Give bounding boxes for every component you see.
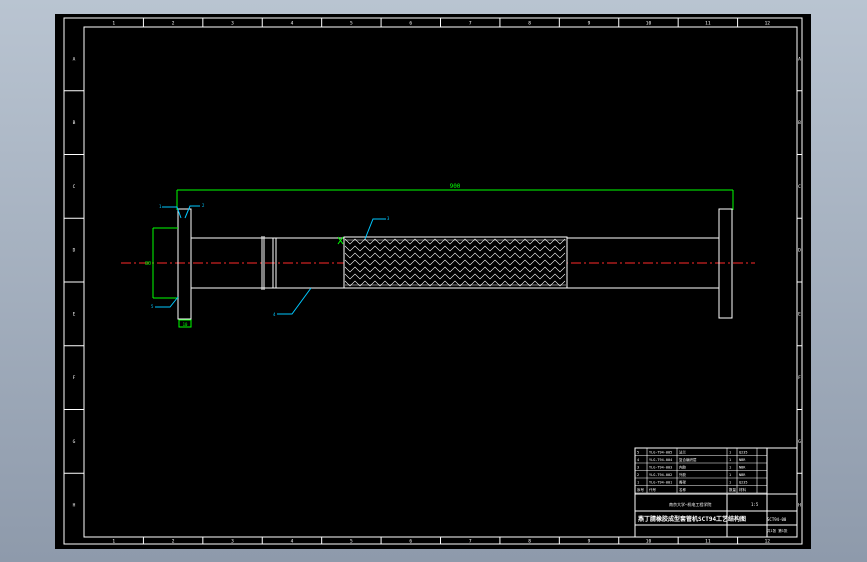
title-block-scale: 1:5 — [751, 502, 759, 507]
zone-label-bottom: 5 — [350, 539, 353, 545]
flange-bottom-dim-text: 10 — [183, 322, 188, 327]
bom-cell: 代号 — [649, 487, 657, 492]
zone-label-right: G — [798, 439, 801, 445]
zone-label-bottom: 9 — [588, 539, 591, 545]
zone-label-left: B — [73, 120, 76, 126]
zone-label-bottom: 6 — [409, 539, 412, 545]
zone-label-left: A — [73, 56, 76, 62]
zone-label-bottom: 11 — [705, 539, 711, 545]
zone-label-bottom: 7 — [469, 539, 472, 545]
balloon-3: 3 — [387, 216, 390, 221]
zone-label-right: F — [798, 375, 801, 381]
zone-label-bottom: 8 — [528, 539, 531, 545]
overall-dim-text: 900 — [450, 183, 461, 190]
balloon-2: 2 — [202, 203, 205, 208]
zone-label-bottom: 2 — [172, 539, 175, 545]
bom-cell: 1 — [729, 481, 731, 485]
title-block-sheet: 共1张 第1张 — [767, 528, 788, 533]
bom-cell: 2 — [637, 473, 639, 477]
zone-label-top: 4 — [291, 21, 294, 27]
bom-cell: 复合编织层 — [679, 457, 697, 462]
title-block: 5 YLG-T94-005 法兰 1 Q235 4 YLG-T94-004 复合编织层 1 NBR… — [634, 447, 798, 538]
bom-cell: 外胶 — [679, 472, 687, 477]
bom-cell: NBR — [739, 466, 746, 470]
bom-cell: 1 — [637, 481, 639, 485]
bom-cell: YLG-T94-005 — [649, 451, 672, 455]
bom-cell: 序号 — [637, 487, 645, 492]
cad-viewport[interactable]: 1 1 2 2 3 3 4 4 5 5 6 6 7 7 8 8 9 9 10 10 11 11 12 12 A A B B C C D D E E… — [55, 14, 811, 549]
zone-label-top: 6 — [409, 21, 412, 27]
zone-label-left: C — [73, 184, 76, 190]
bom-cell: 1 — [729, 458, 731, 462]
leader-4 — [277, 287, 312, 315]
zone-label-bottom: 1 — [112, 539, 115, 545]
zone-label-right: D — [798, 248, 801, 254]
title-block-org: 南京大学—机电工程学院 — [669, 501, 711, 507]
title-block-main-title: 燕丁腈橡胶成型套管机SCT94工艺结构图 — [638, 515, 746, 523]
bom-cell: YLG-T94-003 — [649, 466, 672, 470]
zone-label-top: 2 — [172, 21, 175, 27]
balloon-5: 5 — [151, 304, 154, 309]
title-block-drawing-no: SCT94-00 — [767, 517, 787, 522]
left-flange — [177, 208, 192, 320]
balloon-1: 1 — [159, 204, 162, 209]
zone-label-right: A — [798, 56, 801, 62]
zone-label-top: 11 — [705, 21, 711, 27]
bom-cell: Q235 — [739, 481, 747, 485]
bom-cell: YLG-T94-002 — [649, 473, 672, 477]
bom-cell: 3 — [637, 466, 639, 470]
bom-cell: 1 — [729, 466, 731, 470]
bom-cell: 1 — [729, 473, 731, 477]
zone-label-top: 12 — [765, 21, 771, 27]
leader-3 — [364, 218, 386, 240]
bom-cell: Q235 — [739, 451, 747, 455]
zone-label-top: 9 — [588, 21, 591, 27]
bom-cell: YLG-T94-004 — [649, 458, 672, 462]
zone-label-right: H — [798, 503, 801, 509]
flange-dim-text: 80 — [145, 261, 151, 267]
zone-label-bottom: 10 — [646, 539, 652, 545]
bom-cell: 名称 — [679, 487, 687, 492]
leader-2 — [184, 205, 200, 219]
zone-label-bottom: 12 — [765, 539, 771, 545]
bom-cell: YLG-T94-001 — [649, 481, 672, 485]
zone-label-left: F — [73, 375, 76, 381]
zone-label-top: 10 — [646, 21, 652, 27]
bom-cell: NBR — [739, 458, 746, 462]
bom-cell: 法兰 — [679, 450, 687, 455]
cad-drawing: 112233445566778899101011111212A AB BC CD DE E… — [63, 17, 803, 545]
zone-label-top: 1 — [112, 21, 115, 27]
zone-label-bottom: 4 — [291, 539, 294, 545]
bom-cell: 1 — [729, 451, 731, 455]
balloon-4: 4 — [273, 312, 276, 317]
zone-label-top: 3 — [231, 21, 234, 27]
zone-label-bottom: 3 — [231, 539, 234, 545]
zone-label-left: D — [73, 248, 76, 254]
zone-label-right: C — [798, 184, 801, 190]
zone-label-top: 5 — [350, 21, 353, 27]
bom-cell: 4 — [637, 458, 639, 462]
zone-label-left: E — [73, 311, 76, 317]
bom-cell: 数量 — [729, 487, 737, 492]
bom-cell: 5 — [637, 451, 639, 455]
zone-label-right: B — [798, 120, 801, 126]
bom-cell: 骨架 — [679, 480, 687, 485]
bom-cell: 内胶 — [679, 465, 687, 470]
zone-label-top: 7 — [469, 21, 472, 27]
zone-label-left: H — [73, 503, 76, 509]
bom-cell: NBR — [739, 473, 746, 477]
zone-label-right: E — [798, 311, 801, 317]
zone-label-left: G — [73, 439, 76, 445]
zone-label-top: 8 — [528, 21, 531, 27]
bom-cell: 材料 — [739, 487, 747, 492]
